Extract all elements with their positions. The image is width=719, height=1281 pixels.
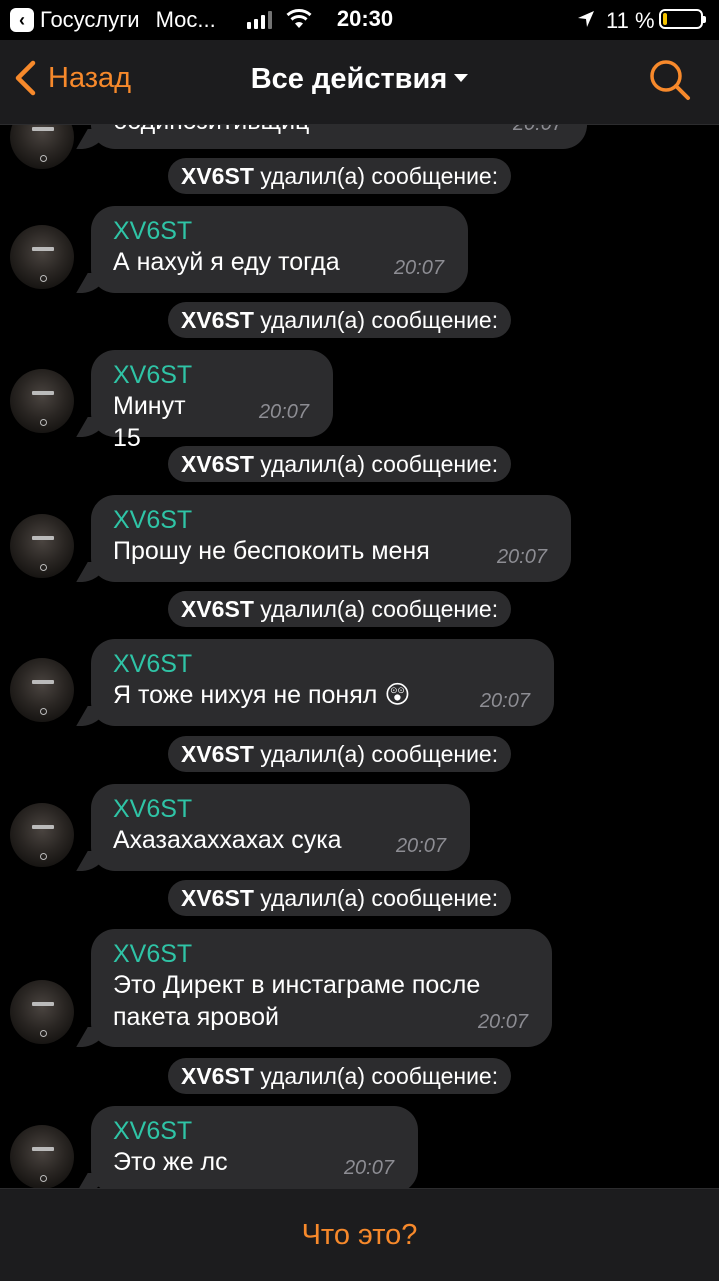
service-message: XV6ST удалил(а) сообщение: — [168, 880, 512, 916]
battery-percent: 11 % — [606, 8, 655, 33]
message-bubble[interactable]: XV6ST Это Директ в инстаграме после паке… — [91, 929, 552, 1047]
message-sender[interactable]: XV6ST — [113, 505, 549, 535]
message-time: 20:07 — [477, 1011, 528, 1033]
action-log-feed[interactable]: бодипозитивщиц 20:07 XV6ST удалил(а) соо… — [0, 125, 719, 1188]
search-icon[interactable] — [648, 58, 692, 102]
message-time: 20:07 — [393, 257, 444, 279]
battery-icon — [659, 9, 706, 29]
service-message: XV6ST удалил(а) сообщение: — [168, 302, 512, 338]
battery-level-fill — [663, 13, 667, 25]
chevron-down-icon — [454, 74, 469, 83]
message-text-line-1: Это Директ в инстаграме после — [113, 971, 481, 999]
message-bubble[interactable]: бодипозитивщиц 20:07 — [91, 125, 587, 149]
service-message: XV6ST удалил(а) сообщение: — [168, 446, 512, 482]
wifi-icon — [286, 9, 312, 28]
service-actor: XV6ST — [181, 596, 254, 622]
message-bubble[interactable]: XV6ST А нахуй я еду тогда 20:07 — [91, 206, 468, 293]
message-bubble[interactable]: XV6ST Я тоже нихуя не понял 😲 20:07 — [91, 639, 554, 726]
back-app-label[interactable]: Госуслуги — [40, 7, 140, 33]
back-to-app[interactable]: ‹ Госуслуги Мос... — [10, 7, 216, 33]
service-action: удалил(а) сообщение: — [260, 596, 499, 622]
message-bubble[interactable]: XV6ST Минут 15 20:07 — [91, 350, 333, 452]
message-sender[interactable]: XV6ST — [113, 649, 532, 679]
service-message: XV6ST удалил(а) сообщение: — [168, 736, 512, 772]
avatar[interactable] — [10, 369, 74, 433]
message-sender[interactable]: XV6ST — [113, 1116, 396, 1146]
avatar[interactable] — [10, 803, 74, 867]
avatar[interactable] — [10, 1125, 74, 1188]
message-time: 20:07 — [496, 546, 547, 568]
service-action: удалил(а) сообщение: — [260, 885, 499, 911]
service-actor: XV6ST — [181, 163, 254, 189]
bottom-toolbar: Что это? — [0, 1188, 719, 1281]
service-action: удалил(а) сообщение: — [260, 1063, 499, 1089]
message-text: Я тоже нихуя не понял 😲 — [113, 681, 411, 709]
message-sender[interactable]: XV6ST — [113, 216, 446, 246]
message-time: 20:07 — [479, 690, 530, 712]
avatar[interactable] — [10, 225, 74, 289]
message-sender[interactable]: XV6ST — [113, 939, 530, 969]
status-time: 20:30 — [336, 6, 394, 31]
service-action: удалил(а) сообщение: — [260, 163, 499, 189]
service-actor: XV6ST — [181, 307, 254, 333]
message-time: 20:07 — [513, 125, 563, 136]
status-bar: ‹ Госуслуги Мос... 20:30 11 % — [0, 0, 719, 40]
service-message: XV6ST удалил(а) сообщение: — [168, 1058, 512, 1094]
location-arrow-icon — [578, 11, 594, 27]
service-action: удалил(а) сообщение: — [260, 307, 499, 333]
avatar[interactable] — [10, 980, 74, 1044]
service-actor: XV6ST — [181, 741, 254, 767]
message-text: бодипозитивщиц — [113, 125, 565, 137]
service-action: удалил(а) сообщение: — [260, 741, 499, 767]
message-time: 20:07 — [258, 401, 309, 423]
message-bubble[interactable]: XV6ST Прошу не беспокоить меня 20:07 — [91, 495, 571, 582]
service-message: XV6ST удалил(а) сообщение: — [168, 158, 512, 194]
service-actor: XV6ST — [181, 1063, 254, 1089]
service-message: XV6ST удалил(а) сообщение: — [168, 591, 512, 627]
signal-icon — [247, 11, 272, 29]
message-bubble[interactable]: XV6ST Это же лс наше 20:07 — [91, 1106, 418, 1188]
service-action: удалил(а) сообщение: — [260, 451, 499, 477]
page-title: Все действия — [250, 63, 448, 95]
back-app-icon[interactable]: ‹ — [10, 8, 34, 32]
service-actor: XV6ST — [181, 885, 254, 911]
message-text: Прошу не беспокоить меня — [113, 537, 430, 565]
message-time: 20:07 — [395, 835, 446, 857]
avatar[interactable] — [10, 514, 74, 578]
what-is-this-button[interactable]: Что это? — [0, 1219, 719, 1252]
message-sender[interactable]: XV6ST — [113, 794, 448, 824]
message-bubble[interactable]: XV6ST Ахазахаххахах сука 20:07 — [91, 784, 470, 871]
navigation-bar: Назад Все действия — [0, 40, 719, 125]
avatar[interactable] — [10, 125, 74, 169]
message-time: 20:07 — [343, 1157, 394, 1179]
service-actor: XV6ST — [181, 451, 254, 477]
carrier-name: Мос... — [155, 7, 216, 32]
message-sender[interactable]: XV6ST — [113, 360, 311, 390]
message-text-line-2: пакета яровой — [113, 1003, 279, 1031]
avatar[interactable] — [10, 658, 74, 722]
filter-title-dropdown[interactable]: Все действия — [0, 63, 719, 96]
